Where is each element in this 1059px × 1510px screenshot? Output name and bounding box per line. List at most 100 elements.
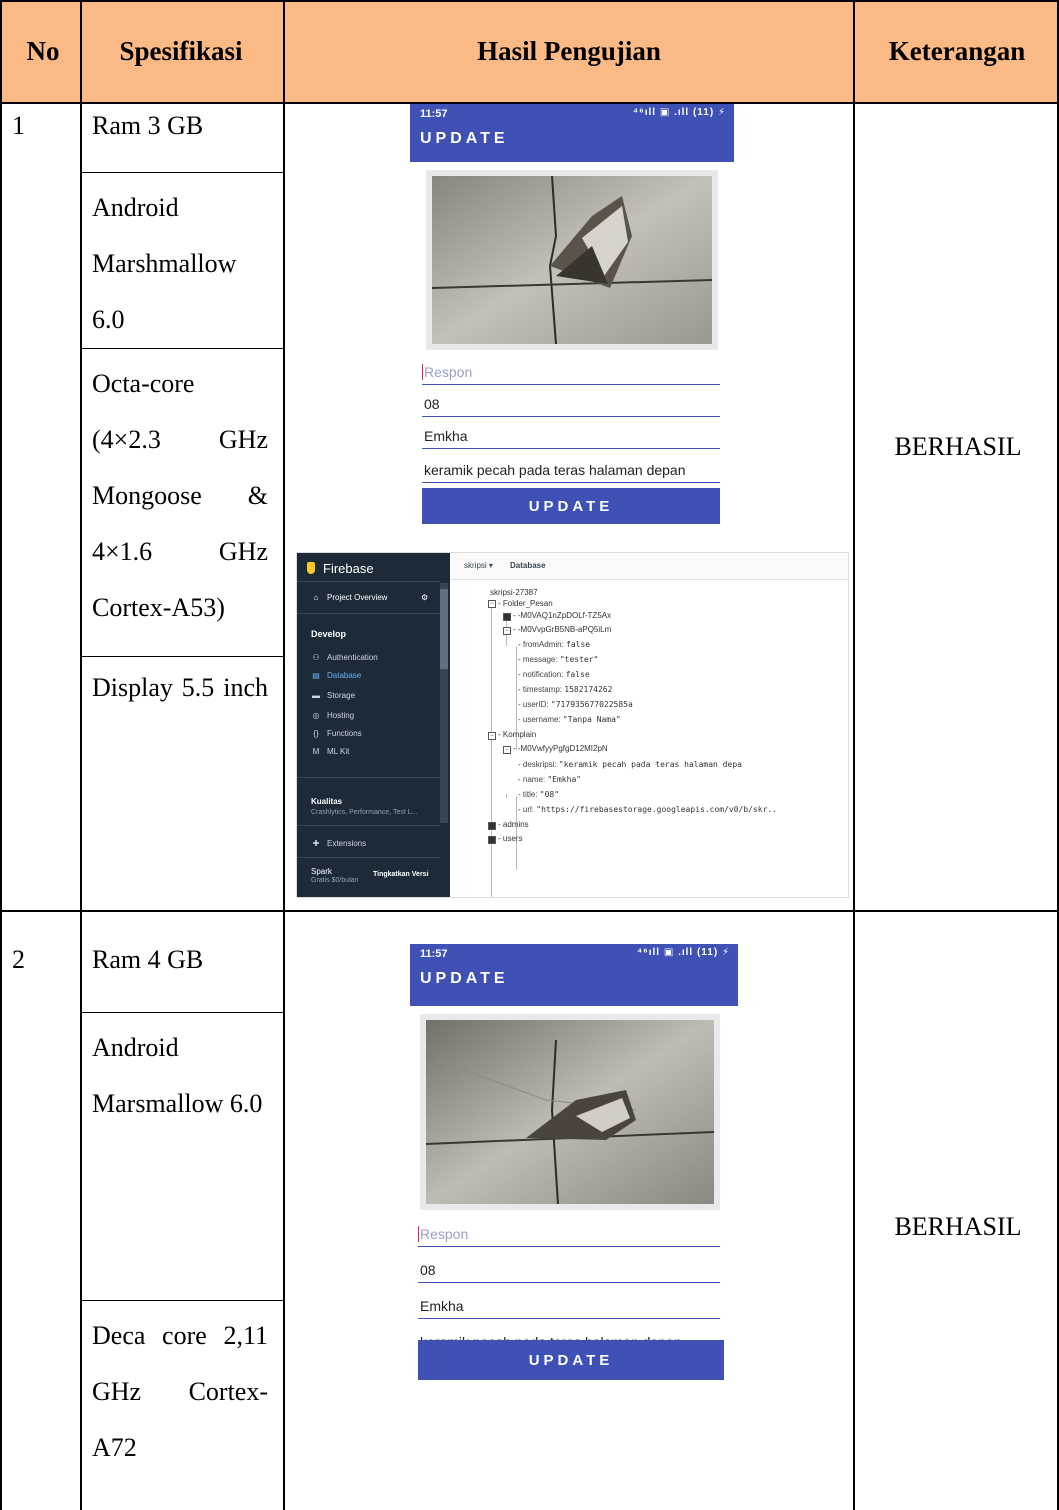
collapse-icon[interactable]: −: [503, 746, 511, 754]
db-node-pesan-2[interactable]: - -M0VvpGrB5NB-aPQ5iLm: [513, 625, 611, 634]
nav-functions[interactable]: {} Functions: [311, 729, 361, 738]
respon-input[interactable]: Respon: [418, 1218, 720, 1247]
expand-icon[interactable]: [488, 836, 496, 844]
firebase-console-screenshot: Firebase ⌂ Project Overview ⚙ Develop ⚇ Au…: [296, 552, 849, 898]
grid-line: [82, 1012, 283, 1013]
app-bar: 11:57 ⁴⁶ıll ▣ .ıll (11) ⚡ UPDATE: [410, 944, 738, 1006]
db-field: - timestamp: 1582174262: [518, 685, 613, 694]
row-number: 2: [12, 945, 25, 974]
breadcrumb-database: Database: [510, 561, 546, 570]
name-input[interactable]: Emkha: [422, 420, 720, 449]
collapse-icon[interactable]: −: [503, 627, 511, 635]
expand-icon[interactable]: [488, 822, 496, 830]
grid-line: [0, 0, 2, 1510]
db-field: - name: "Emkha": [518, 775, 582, 784]
develop-section: Develop: [311, 629, 347, 639]
spec-display: Display 5.5 inch: [92, 673, 268, 702]
divider: [297, 581, 440, 582]
home-icon: ⌂: [313, 593, 319, 602]
phone-screenshot: 11:57 ⁴⁶ıll ▣ .ıll (11) ⚡ UPDATE Respon …: [410, 104, 734, 528]
nav-ml-kit[interactable]: M ML Kit: [311, 747, 350, 756]
status-time: 11:57: [420, 948, 448, 960]
db-node-users[interactable]: - users: [498, 834, 522, 843]
status-icons: ⁴⁶ıll ▣ .ıll (11) ⚡: [633, 107, 726, 118]
divider: [297, 613, 440, 614]
description-input[interactable]: keramik pecah pada teras halaman depan: [422, 454, 720, 483]
plan-name: Spark: [311, 867, 332, 876]
divider: [297, 777, 440, 778]
db-field: - fromAdmin: false: [518, 640, 591, 649]
db-field: - userID: "717935677022585a: [518, 700, 633, 709]
grid-line: [82, 348, 283, 349]
spec-processor: Octa-core (4×2.3 GHz Mongoose & 4×1.6 GH…: [92, 369, 268, 622]
grid-line: [82, 172, 283, 173]
firebase-topbar: skripsi ▾ Database: [450, 553, 848, 580]
kualitas-subtitle: Crashlytics, Performance, Test L...: [311, 809, 418, 816]
nav-database[interactable]: ▤ Database: [311, 671, 361, 680]
grid-line: [80, 0, 82, 1510]
cracked-tile-image: [426, 1020, 714, 1204]
status-time: 11:57: [420, 108, 448, 120]
db-node-folder-pesan[interactable]: - Folder_Pesan: [498, 599, 553, 608]
ml-icon: M: [312, 747, 320, 756]
nav-authentication[interactable]: ⚇ Authentication: [311, 653, 377, 662]
header-keterangan: Keterangan: [888, 35, 1026, 66]
expand-icon[interactable]: [503, 613, 511, 621]
db-field: - title: "08": [518, 790, 560, 799]
collapse-icon[interactable]: −: [488, 732, 496, 740]
complaint-photo: [426, 170, 718, 350]
nav-hosting[interactable]: ◎ Hosting: [311, 711, 355, 720]
cracked-tile-image: [432, 176, 712, 344]
project-overview-link[interactable]: ⌂ Project Overview: [311, 593, 388, 602]
folder-icon: ▬: [312, 691, 320, 700]
db-field: - message: "tester": [518, 655, 599, 664]
functions-icon: {}: [313, 729, 319, 738]
kualitas-section[interactable]: Kualitas: [311, 797, 342, 806]
firebase-sidebar: Firebase ⌂ Project Overview ⚙ Develop ⚇ Au…: [297, 553, 450, 897]
respon-input[interactable]: Respon: [422, 356, 720, 385]
app-bar: 11:57 ⁴⁶ıll ▣ .ıll (11) ⚡ UPDATE: [410, 104, 734, 162]
collapse-icon[interactable]: −: [488, 600, 496, 608]
header-spesifikasi: Spesifikasi: [119, 35, 243, 66]
keterangan-result: BERHASIL: [894, 1212, 1022, 1241]
title-input[interactable]: 08: [418, 1254, 720, 1283]
upgrade-link[interactable]: Tingkatkan Versi: [373, 871, 429, 878]
firebase-logo: Firebase: [307, 561, 374, 576]
database-icon: ▤: [312, 671, 320, 680]
status-icons: ⁴⁶ıll ▣ .ıll (11) ⚡: [637, 947, 730, 958]
scrollbar-thumb[interactable]: [440, 589, 448, 669]
divider: [297, 825, 440, 826]
grid-line: [283, 0, 285, 1510]
flame-icon: [307, 562, 315, 574]
spec-android: Android Marsmallow 6.0: [92, 1033, 263, 1118]
db-field: - url: "https://firebasestorage.googleap…: [518, 805, 778, 814]
extensions-icon: ✚: [312, 839, 320, 848]
name-input[interactable]: Emkha: [418, 1290, 720, 1319]
update-button[interactable]: UPDATE: [422, 488, 720, 524]
project-selector[interactable]: skripsi ▾: [464, 561, 493, 570]
header-no: No: [26, 35, 60, 66]
gear-icon[interactable]: ⚙: [421, 593, 428, 602]
row-number: 1: [12, 111, 25, 140]
nav-extensions[interactable]: ✚ Extensions: [311, 839, 367, 848]
db-node-admins[interactable]: - admins: [498, 820, 529, 829]
db-field: - deskripsi: "keramik pecah pada teras h…: [518, 760, 742, 769]
phone-screenshot: 11:57 ⁴⁶ıll ▣ .ıll (11) ⚡ UPDATE Respon …: [410, 944, 738, 1384]
grid-line: [82, 656, 283, 657]
title-input[interactable]: 08: [422, 388, 720, 417]
complaint-photo: [420, 1014, 720, 1210]
app-title: UPDATE: [420, 970, 509, 987]
db-node-komplain[interactable]: - Komplain: [498, 730, 536, 739]
db-node-komplain-1[interactable]: - -M0VwfyyPgfgD12MI2pN: [513, 744, 608, 753]
spec-ram: Ram 3 GB: [92, 111, 204, 140]
db-field: - username: "Tanpa Nama": [518, 715, 621, 724]
grid-line: [0, 910, 1059, 912]
db-node-pesan-1[interactable]: - -M0VAQ1nZpDOLf-TZ5Ax: [513, 611, 611, 620]
nav-storage[interactable]: ▬ Storage: [311, 691, 355, 700]
db-root: skripsi-27387: [490, 588, 538, 597]
divider: [297, 857, 440, 858]
header-hasil-pengujian: Hasil Pengujian: [477, 35, 661, 66]
update-button[interactable]: UPDATE: [418, 1340, 724, 1380]
grid-line: [82, 1300, 283, 1301]
spec-android: Android Marshmallow 6.0: [92, 193, 237, 334]
